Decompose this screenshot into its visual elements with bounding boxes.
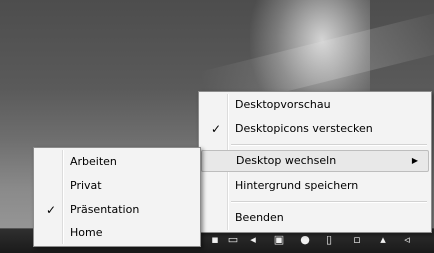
menu-separator: [231, 144, 427, 146]
menu-item-save-background[interactable]: Hintergrund speichern: [201, 175, 429, 197]
speaker-icon[interactable]: ◃: [400, 234, 414, 246]
volume-icon[interactable]: ◂: [246, 234, 260, 246]
display-icon[interactable]: ▭: [226, 234, 240, 246]
menu-separator: [231, 201, 427, 203]
network-icon[interactable]: ▪: [208, 234, 222, 246]
menu-item-desktop-preview[interactable]: Desktopvorschau: [201, 94, 429, 116]
flag-icon[interactable]: ▯: [322, 234, 336, 246]
checkmark-icon: ✓: [45, 203, 57, 217]
device-icon[interactable]: ▫: [350, 234, 364, 246]
submenu-item-privat[interactable]: Privat: [36, 175, 198, 197]
desktop-switch-submenu: Arbeiten Privat ✓ Präsentation Home: [33, 147, 201, 247]
desktop-context-menu: Desktopvorschau ✓ Desktopicons verstecke…: [198, 91, 432, 233]
submenu-item-label: Arbeiten: [70, 155, 117, 168]
monitor-icon[interactable]: ▣: [272, 234, 286, 246]
submenu-item-label: Home: [70, 226, 103, 239]
submenu-item-arbeiten[interactable]: Arbeiten: [36, 151, 198, 173]
menu-item-label: Beenden: [235, 211, 284, 224]
menu-item-hide-desktop-icons[interactable]: ✓ Desktopicons verstecken: [201, 118, 429, 140]
menu-item-label: Desktopvorschau: [235, 98, 331, 111]
submenu-item-label: Privat: [70, 179, 102, 192]
shield-icon[interactable]: ●: [298, 234, 312, 246]
submenu-item-label: Präsentation: [70, 203, 140, 216]
menu-item-switch-desktop[interactable]: Desktop wechseln ▶: [201, 150, 429, 172]
menu-item-exit[interactable]: Beenden: [201, 207, 429, 229]
menu-item-label: Desktopicons verstecken: [235, 122, 373, 135]
menu-item-label: Desktop wechseln: [236, 154, 337, 167]
triangle-right-icon: ▶: [411, 156, 418, 165]
checkmark-icon: ✓: [210, 122, 222, 136]
submenu-item-praesentation[interactable]: ✓ Präsentation: [36, 199, 198, 221]
menu-item-label: Hintergrund speichern: [235, 179, 359, 192]
submenu-item-home[interactable]: Home: [36, 222, 198, 244]
signal-icon[interactable]: ▴: [376, 234, 390, 246]
